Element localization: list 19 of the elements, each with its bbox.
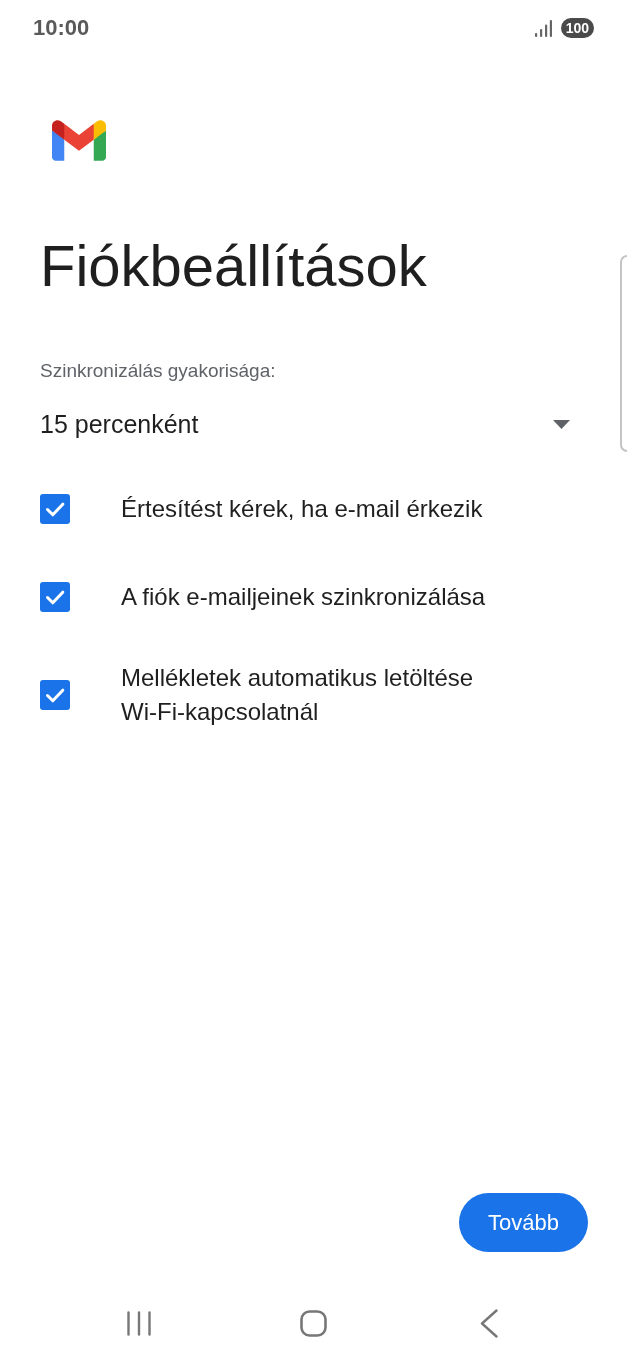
battery-percentage: 100 (560, 18, 594, 38)
caret-icon (553, 419, 570, 429)
checkbox[interactable] (40, 680, 70, 710)
home-icon[interactable] (300, 1309, 327, 1337)
option-label: Értesítést kérek, ha e-mail érkezik (121, 494, 484, 524)
status-time: 10:00 (33, 15, 90, 41)
signal-icon (534, 19, 552, 37)
option-label: A fiók e-mailjeinek szinkronizálása (121, 582, 487, 612)
back-icon[interactable] (479, 1308, 498, 1338)
option-label: Mellékletek automatikus letöltése Wi-Fi-kapcsolatnál (121, 663, 475, 727)
next-button[interactable]: Tovább (459, 1193, 588, 1252)
recent-apps-icon[interactable] (126, 1310, 151, 1336)
m-logo-icon (52, 120, 106, 161)
checkbox[interactable] (40, 582, 70, 612)
sync-frequency-label: Szinkronizálás gyakorisága: (40, 360, 276, 382)
edge-panel-handle[interactable] (620, 255, 627, 452)
checkbox[interactable] (40, 494, 70, 524)
page-title: Fiókbeállítások (40, 233, 427, 299)
sync-frequency-dropdown[interactable]: 15 percenként (40, 401, 570, 447)
